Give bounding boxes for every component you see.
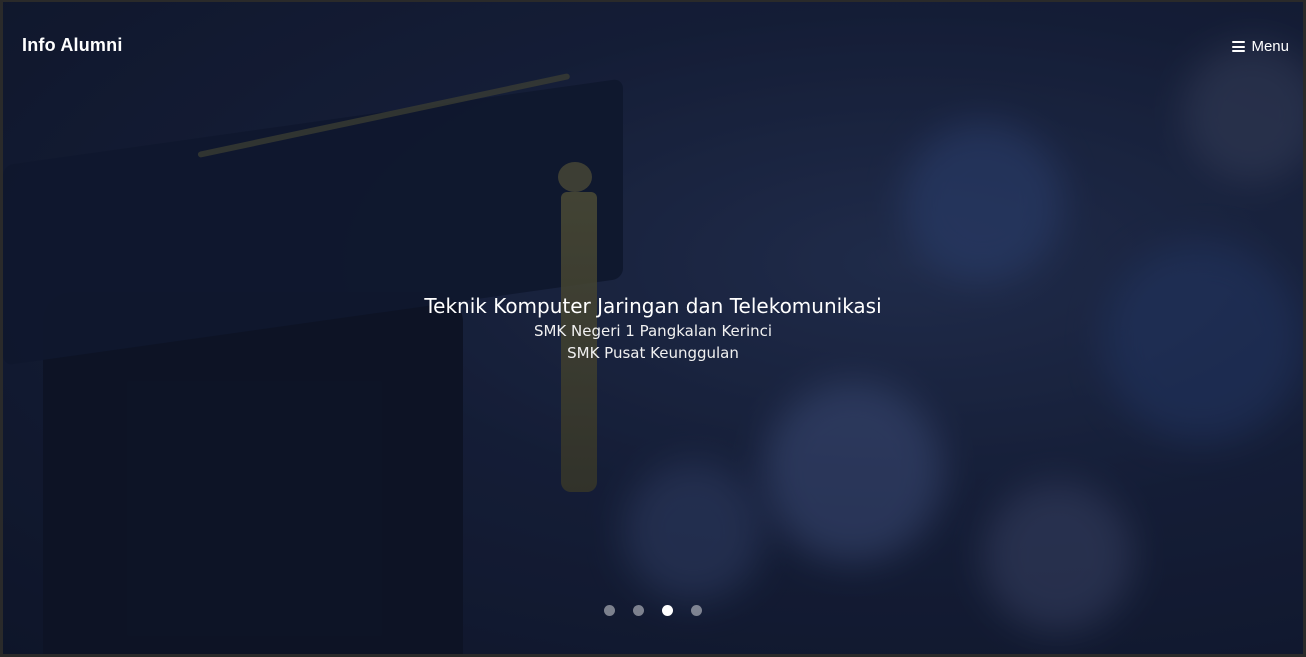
hero-carousel: Info Alumni Menu Teknik Komputer Jaringa…	[3, 2, 1303, 654]
carousel-indicator-3[interactable]	[662, 605, 673, 616]
carousel-caption: Teknik Komputer Jaringan dan Telekomunik…	[3, 292, 1303, 364]
caption-school: SMK Negeri 1 Pangkalan Kerinci	[533, 322, 773, 340]
hamburger-icon	[1232, 41, 1246, 52]
carousel-indicator-1[interactable]	[604, 605, 615, 616]
menu-button[interactable]: Menu	[1232, 38, 1289, 55]
brand-logo-text[interactable]: Info Alumni	[22, 35, 123, 56]
caption-title: Teknik Komputer Jaringan dan Telekomunik…	[424, 294, 882, 318]
menu-label: Menu	[1251, 38, 1289, 55]
carousel-indicators	[3, 605, 1303, 616]
carousel-indicator-2[interactable]	[633, 605, 644, 616]
carousel-indicator-4[interactable]	[691, 605, 702, 616]
caption-tagline: SMK Pusat Keunggulan	[567, 344, 739, 362]
